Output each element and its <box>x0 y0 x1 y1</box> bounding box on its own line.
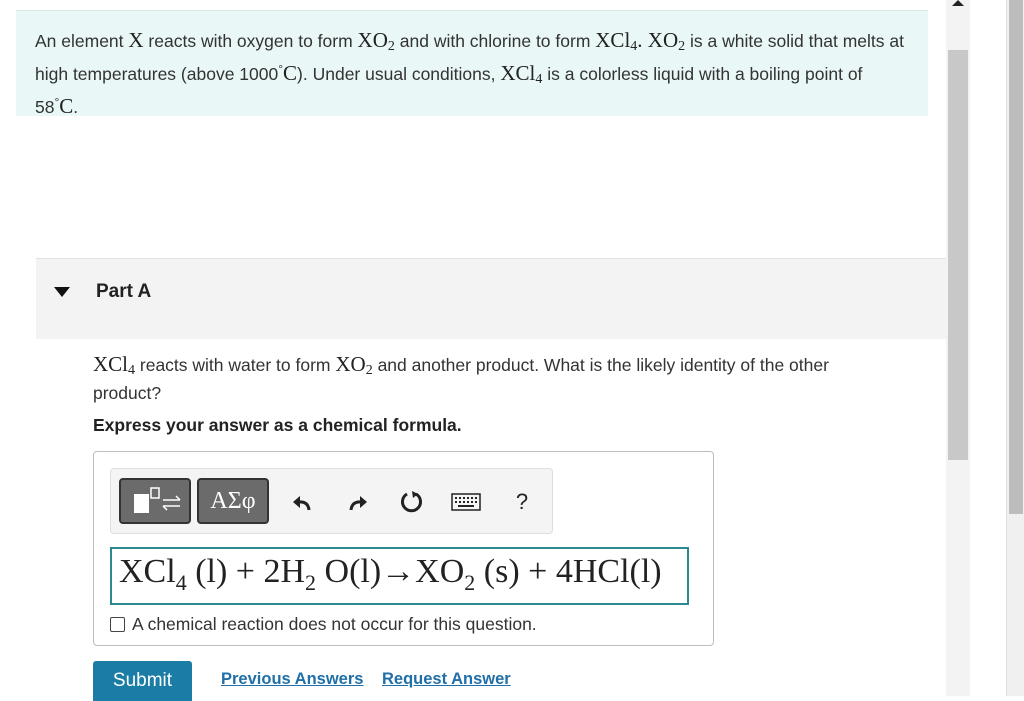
templates-icon <box>134 487 181 513</box>
answer-instruction: Express your answer as a chemical formul… <box>93 415 462 435</box>
page-scrollbar-thumb[interactable] <box>1009 0 1023 514</box>
problem-intro: An element X reacts with oxygen to form … <box>16 10 928 118</box>
content-scrollbar[interactable] <box>946 0 970 696</box>
part-title: Part A <box>96 281 152 302</box>
keyboard-icon[interactable] <box>451 487 481 517</box>
answer-input[interactable]: XCl4 (l) + 2H2 O(l)→XO2 (s) + 4HCl(l) <box>110 547 689 605</box>
math-toolbar: ΑΣφ ? <box>110 468 553 534</box>
content-scrollbar-thumb[interactable] <box>948 50 968 460</box>
greek-symbols-button[interactable]: ΑΣφ <box>197 478 269 524</box>
collapse-caret-icon[interactable] <box>54 287 70 297</box>
no-reaction-checkbox[interactable] <box>110 617 125 632</box>
redo-icon[interactable] <box>343 487 373 517</box>
page-scrollbar[interactable] <box>1006 0 1024 696</box>
submit-button[interactable]: Submit <box>93 661 192 701</box>
previous-answers-link[interactable]: Previous Answers <box>221 670 363 689</box>
intro-text: An element X reacts with oxygen to form … <box>35 28 904 118</box>
no-reaction-label: A chemical reaction does not occur for t… <box>132 614 537 634</box>
answer-box: ΑΣφ ? XCl4 (l) + 2H2 O(l)→XO2 (s) + 4HCl… <box>93 451 714 646</box>
scroll-up-arrow-icon[interactable] <box>952 0 964 6</box>
part-a-header[interactable]: Part A <box>36 258 946 339</box>
reset-icon[interactable] <box>397 487 427 517</box>
question-text: XCl4 reacts with water to form XO2 and a… <box>93 352 829 404</box>
help-icon[interactable]: ? <box>507 487 537 517</box>
templates-button[interactable] <box>119 478 191 524</box>
undo-icon[interactable] <box>287 487 317 517</box>
request-answer-link[interactable]: Request Answer <box>382 670 511 689</box>
no-reaction-option[interactable]: A chemical reaction does not occur for t… <box>110 614 537 635</box>
